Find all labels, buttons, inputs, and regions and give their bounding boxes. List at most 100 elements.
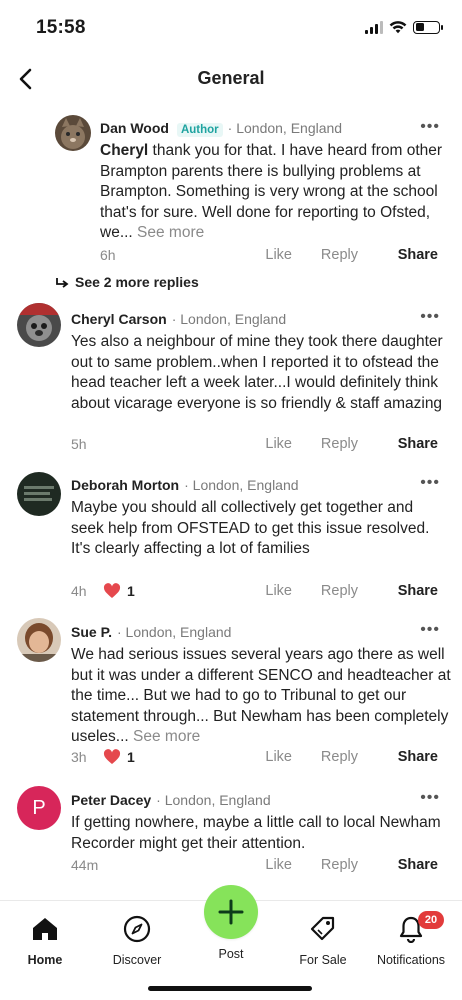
comment-header: Deborah Morton · London, England (71, 477, 299, 493)
commenter-name[interactable]: Peter Dacey (71, 792, 151, 808)
heart-icon (103, 583, 121, 598)
like-button[interactable]: Like (265, 749, 292, 765)
avatar[interactable] (17, 472, 61, 516)
tab-home[interactable]: Home (0, 909, 90, 967)
comment-text-body: We had serious issues several years ago … (71, 646, 451, 745)
share-button[interactable]: Share (398, 583, 438, 599)
reaction-count: 1 (127, 749, 135, 765)
commenter-location: · London, England (171, 311, 287, 327)
price-tag-icon (310, 916, 335, 941)
nav-header: General (0, 56, 462, 102)
more-options-button[interactable]: ••• (420, 309, 440, 325)
comment-footer: 44m Like Reply Share (71, 857, 444, 877)
commenter-name[interactable]: Deborah Morton (71, 477, 179, 493)
more-options-button[interactable]: ••• (420, 790, 440, 806)
avatar-initial: P (32, 796, 46, 819)
commenter-name[interactable]: Cheryl Carson (71, 311, 167, 327)
notification-count-badge: 20 (418, 911, 444, 929)
comment-footer: 6h Like Reply Share (100, 247, 444, 267)
comment-footer: 3h 1 Like Reply Share (71, 749, 444, 769)
commenter-name[interactable]: Sue P. (71, 624, 112, 640)
commenter-name[interactable]: Dan Wood (100, 120, 169, 136)
comment-footer: 4h 1 Like Reply Share (71, 583, 444, 603)
reaction-summary[interactable]: 1 (103, 583, 135, 599)
avatar[interactable] (17, 303, 61, 347)
more-options-button[interactable]: ••• (420, 475, 440, 491)
see-more-link[interactable]: See more (137, 224, 204, 241)
tab-label: Notifications (376, 953, 446, 967)
commenter-location: · London, England (117, 624, 232, 640)
like-button[interactable]: Like (265, 247, 292, 263)
tab-notifications[interactable]: 20 Notifications (366, 909, 456, 967)
comment-header: Cheryl Carson · London, England (71, 311, 286, 327)
reply-button[interactable]: Reply (321, 749, 358, 765)
reply-arrow-icon (56, 277, 69, 288)
comment-item: P Peter Dacey · London, England ••• If g… (0, 781, 462, 891)
share-button[interactable]: Share (398, 749, 438, 765)
comment-time: 3h (71, 749, 87, 765)
status-icons (365, 20, 443, 34)
like-button[interactable]: Like (265, 436, 292, 452)
commenter-location: · London, England (184, 477, 299, 493)
comment-item: Sue P. · London, England ••• We had seri… (0, 613, 462, 773)
share-button[interactable]: Share (398, 247, 438, 263)
reply-button[interactable]: Reply (321, 436, 358, 452)
comment-header: Dan Wood Author · London, England (100, 120, 342, 137)
comment-item: Cheryl Carson · London, England ••• Yes … (0, 300, 462, 460)
like-button[interactable]: Like (265, 583, 292, 599)
heart-icon (103, 749, 121, 764)
see-more-replies-button[interactable]: See 2 more replies (56, 274, 199, 290)
avatar[interactable]: P (17, 786, 61, 830)
compass-icon (123, 915, 151, 943)
wifi-icon (389, 21, 407, 34)
share-button[interactable]: Share (398, 436, 438, 452)
avatar[interactable] (55, 115, 91, 151)
comment-text: We had serious issues several years ago … (71, 645, 451, 748)
page-title: General (197, 68, 265, 88)
comment-time: 4h (71, 583, 87, 599)
tab-discover[interactable]: Discover (92, 909, 182, 967)
home-indicator (148, 986, 312, 991)
cellular-signal-icon (365, 20, 383, 34)
comment-item: Dan Wood Author · London, England ••• Ch… (0, 108, 462, 273)
comment-text: If getting nowhere, maybe a little call … (71, 814, 441, 852)
status-bar: 15:58 (0, 0, 462, 56)
reply-button[interactable]: Reply (321, 247, 358, 263)
avatar[interactable] (17, 618, 61, 662)
comment-header: Peter Dacey · London, England (71, 792, 271, 808)
comment-text: Cheryl thank you for that. I have heard … (100, 141, 444, 244)
commenter-location: · London, England (227, 120, 343, 136)
battery-icon (413, 20, 443, 34)
comment-time: 6h (100, 247, 116, 263)
comment-text: Maybe you should all collectively get to… (71, 499, 430, 557)
reply-button[interactable]: Reply (321, 857, 358, 873)
bottom-tab-bar: Home Discover Post For Sale 20 Notificat… (0, 885, 462, 1000)
like-button[interactable]: Like (265, 857, 292, 873)
tab-label: Discover (112, 953, 162, 967)
see-more-replies-label: See 2 more replies (75, 274, 199, 290)
share-button[interactable]: Share (398, 857, 438, 873)
post-button[interactable] (204, 885, 258, 939)
commenter-location: · London, England (156, 792, 271, 808)
more-options-button[interactable]: ••• (420, 622, 440, 638)
post-label[interactable]: Post (186, 947, 276, 961)
reaction-count: 1 (127, 583, 135, 599)
comment-item: Deborah Morton · London, England ••• May… (0, 466, 462, 606)
tab-label: For Sale (299, 953, 347, 967)
tab-label: Home (27, 953, 63, 967)
tab-for-sale[interactable]: For Sale (278, 909, 368, 967)
comment-footer: 5h Like Reply Share (71, 436, 444, 456)
comment-time: 44m (71, 857, 99, 873)
author-badge: Author (176, 123, 223, 137)
comment-header: Sue P. · London, England (71, 624, 231, 640)
status-time: 15:58 (36, 17, 86, 38)
home-icon (33, 918, 57, 940)
see-more-link[interactable]: See more (133, 728, 200, 745)
reaction-summary[interactable]: 1 (103, 749, 135, 765)
comment-time: 5h (71, 436, 87, 452)
plus-icon (218, 899, 244, 925)
comment-text: Yes also a neighbour of mine they took t… (71, 333, 443, 412)
mention-link[interactable]: Cheryl (100, 142, 148, 159)
more-options-button[interactable]: ••• (420, 119, 440, 135)
reply-button[interactable]: Reply (321, 583, 358, 599)
